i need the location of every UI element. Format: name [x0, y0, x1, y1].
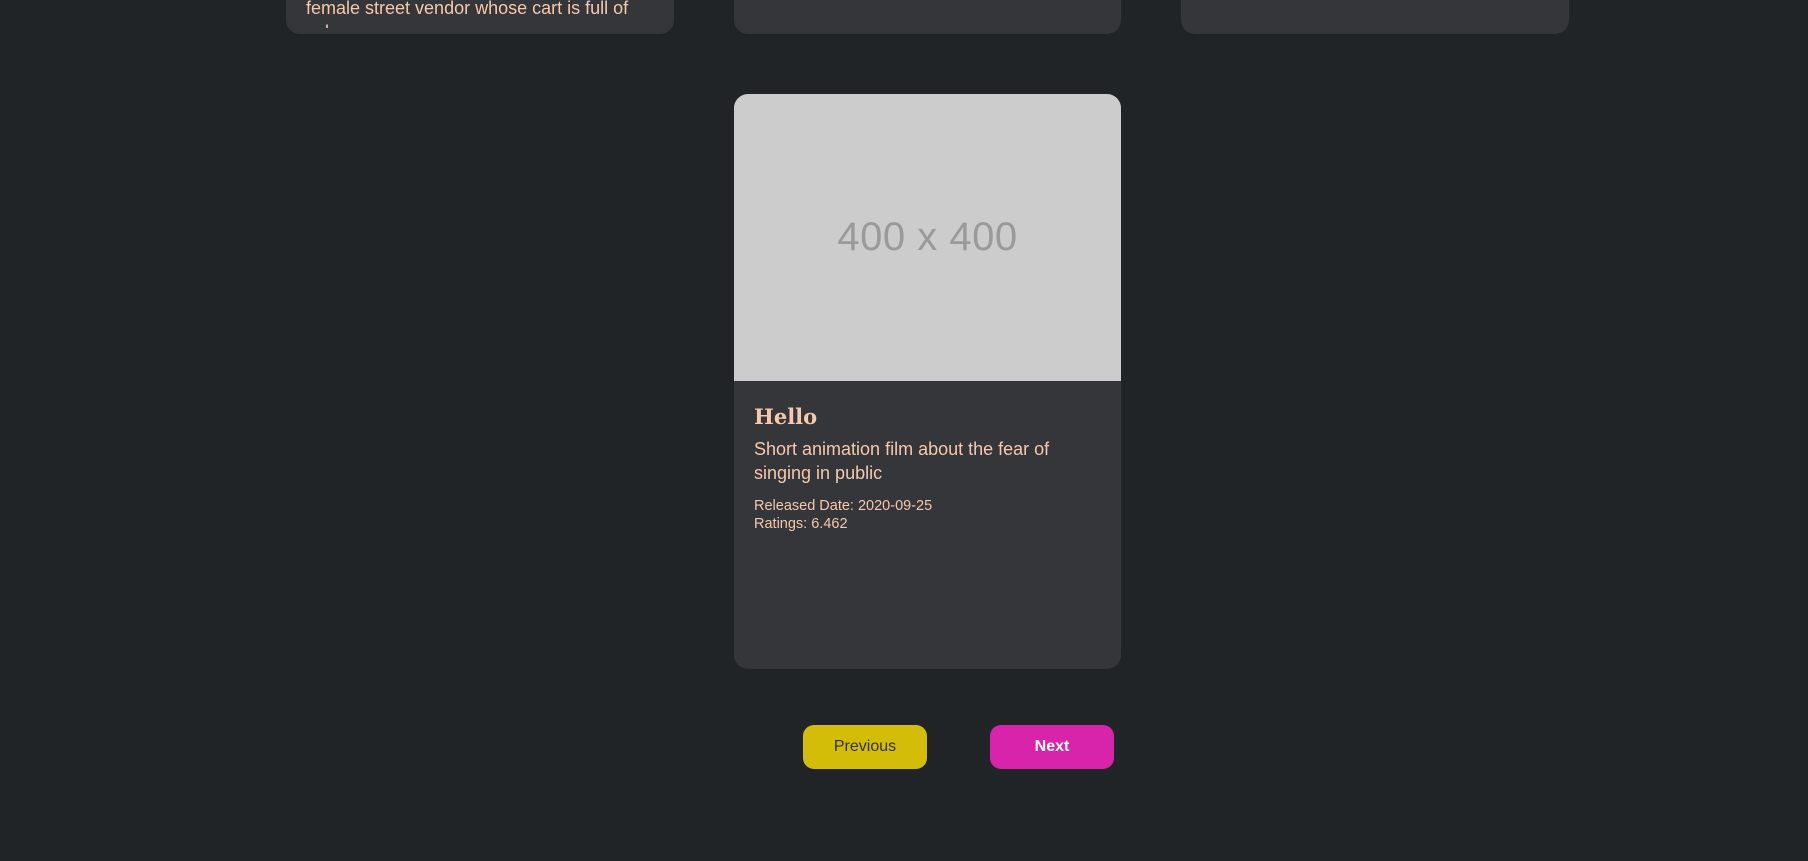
- movie-card[interactable]: [734, 0, 1121, 34]
- next-button[interactable]: Next: [990, 725, 1114, 769]
- movie-rating: Ratings: 6.462: [754, 516, 848, 532]
- movie-meta: Released Date: 2020-09-25 Ratings: 6.462: [754, 497, 1101, 533]
- movie-card-body: Hello Short animation film about the fea…: [734, 381, 1121, 533]
- movie-description: Short animation film about the fear of s…: [754, 439, 1050, 483]
- movie-poster-placeholder: 400 x 400: [734, 94, 1121, 381]
- release-date: Released Date: 2020-09-25: [754, 498, 933, 514]
- movie-card-hello[interactable]: 400 x 400 Hello Short animation film abo…: [734, 94, 1121, 669]
- movie-title: Hello: [754, 404, 818, 429]
- movie-card[interactable]: [1181, 0, 1569, 34]
- movie-card-description: female street vendor whose cart is full …: [306, 0, 629, 28]
- previous-button[interactable]: Previous: [803, 725, 927, 769]
- placeholder-size-label: 400 x 400: [837, 215, 1018, 259]
- movie-grid-page: female street vendor whose cart is full …: [0, 0, 1808, 861]
- movie-card[interactable]: female street vendor whose cart is full …: [286, 0, 674, 34]
